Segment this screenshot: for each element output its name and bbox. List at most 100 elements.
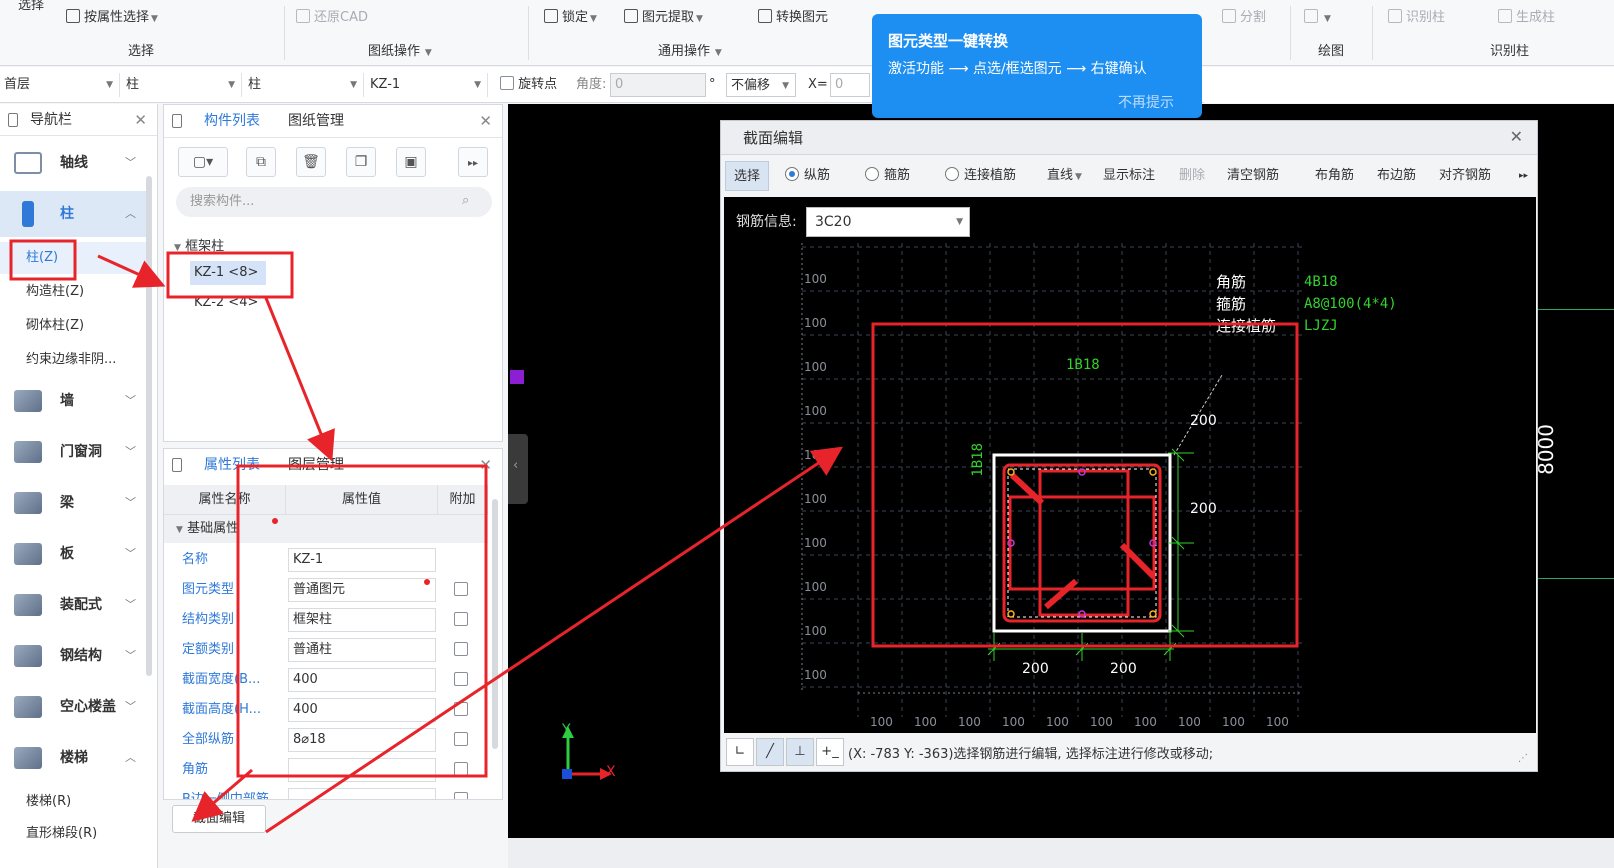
dismiss-link[interactable]: 不再提示: [1118, 92, 1174, 112]
resize-grip-icon[interactable]: ⋰: [1518, 753, 1528, 764]
extra-checkbox[interactable]: [454, 582, 468, 596]
prop-scrollbar[interactable]: [492, 499, 498, 749]
close-icon[interactable]: ✕: [479, 105, 492, 137]
lock-icon[interactable]: [172, 114, 182, 128]
radio-anchor-bar[interactable]: 连接植筋: [945, 161, 1016, 191]
radio-button[interactable]: [865, 167, 879, 181]
draw-arc-button[interactable]: ▼: [1304, 8, 1331, 28]
nav-sub-masonry-column[interactable]: 砌体柱(Z): [0, 310, 146, 342]
extra-checkbox[interactable]: [454, 642, 468, 656]
nav-cat-stair[interactable]: 楼梯 ︿: [0, 735, 146, 781]
nav-sub-column-z[interactable]: 柱(Z): [0, 242, 146, 274]
collapse-panel-handle[interactable]: ‹: [508, 434, 528, 504]
tab-component-list[interactable]: 构件列表: [204, 105, 260, 137]
nav-cat-opening[interactable]: 门窗洞 ﹀: [0, 429, 146, 475]
extra-checkbox[interactable]: [454, 612, 468, 626]
group-framed-column[interactable]: ▼ 框架柱: [172, 235, 224, 254]
extra-checkbox[interactable]: [454, 702, 468, 716]
delete-button[interactable]: 🗑: [296, 147, 326, 177]
more-icon[interactable]: ▸▸: [1519, 161, 1528, 191]
radio-long-bar[interactable]: 纵筋: [785, 161, 830, 191]
type-select[interactable]: 柱 ▼: [244, 73, 364, 97]
component-item-kz2[interactable]: KZ-2 <4>: [194, 291, 258, 315]
lock-icon[interactable]: [172, 458, 182, 472]
close-icon[interactable]: ✕: [479, 449, 492, 481]
close-icon[interactable]: ✕: [134, 104, 147, 136]
lock-icon[interactable]: [8, 113, 18, 127]
ortho-icon[interactable]: ∟: [726, 738, 754, 766]
section-edit-button[interactable]: 截面编辑: [172, 805, 266, 833]
nav-cat-axis[interactable]: 轴线 ﹀: [0, 140, 146, 186]
tab-drawing-management[interactable]: 图纸管理: [288, 105, 344, 137]
extra-checkbox[interactable]: [454, 732, 468, 746]
radio-button[interactable]: [785, 167, 799, 181]
rotate-point-checkbox[interactable]: 旋转点: [500, 74, 557, 96]
prop-value-input[interactable]: [288, 758, 436, 782]
show-label-button[interactable]: 显示标注: [1103, 161, 1155, 191]
group-label-drawing-ops[interactable]: 图纸操作 ▼: [368, 40, 432, 59]
component-select[interactable]: KZ-1 ▼: [366, 73, 488, 97]
radio-button[interactable]: [945, 167, 959, 181]
prop-value-input[interactable]: 普通柱: [288, 638, 436, 662]
offset-select[interactable]: 不偏移 ▼: [726, 73, 796, 97]
clear-rebar-button[interactable]: 清空钢筋: [1227, 161, 1279, 191]
select-tool-button[interactable]: 选择: [18, 0, 44, 16]
more-button[interactable]: ▸▸: [458, 147, 488, 177]
component-item-kz1[interactable]: KZ-1 <8>: [190, 261, 266, 285]
x-input[interactable]: 0: [830, 73, 870, 97]
generate-column-button[interactable]: 生成柱: [1498, 8, 1555, 28]
corner-bar-button[interactable]: 布角筋: [1315, 161, 1354, 191]
nav-sub-straight-stair[interactable]: 直形梯段(R): [0, 818, 146, 842]
checkbox[interactable]: [500, 76, 514, 90]
restore-cad-button[interactable]: 还原CAD: [296, 8, 368, 28]
nav-cat-slab[interactable]: 板 ﹀: [0, 531, 146, 577]
section-basic[interactable]: ▼ 基础属性: [164, 515, 488, 543]
extra-checkbox[interactable]: [454, 762, 468, 776]
nav-scrollbar[interactable]: [146, 176, 152, 676]
prop-value-input[interactable]: 400: [288, 668, 436, 692]
align-bar-button[interactable]: 对齐钢筋: [1439, 161, 1491, 191]
extra-checkbox[interactable]: [454, 672, 468, 686]
nav-sub-edge-column[interactable]: 约束边缘非阴...: [0, 344, 146, 376]
section-canvas[interactable]: 钢筋信息: 3C20 ▼ 100 100 100 100 100 100 100…: [724, 197, 1536, 733]
select-by-attribute-button[interactable]: 按属性选择 ▼: [66, 8, 158, 28]
floor-select[interactable]: 首层 ▼: [0, 73, 120, 97]
line-mode-select[interactable]: 直线 ▼: [1047, 161, 1082, 191]
tab-layer-management[interactable]: 图层管理: [288, 449, 344, 481]
nav-cat-wall[interactable]: 墙 ﹀: [0, 378, 146, 424]
prop-value-input[interactable]: 400: [288, 698, 436, 722]
lock-button[interactable]: 锁定 ▼: [544, 8, 597, 28]
add-dimension-icon[interactable]: +_: [816, 738, 844, 766]
prop-value-input[interactable]: 普通图元: [288, 578, 436, 602]
angle-input[interactable]: 0: [610, 73, 706, 97]
tab-property-list[interactable]: 属性列表: [204, 449, 260, 481]
group-label-common-ops[interactable]: 通用操作 ▼: [658, 40, 722, 59]
save-template-button[interactable]: ▣: [396, 147, 426, 177]
nav-cat-column[interactable]: 柱 ︿: [0, 191, 146, 237]
extract-element-button[interactable]: 图元提取 ▼: [624, 8, 703, 28]
duplicate-button[interactable]: ❐: [346, 147, 376, 177]
new-component-button[interactable]: ▢▾: [178, 147, 228, 177]
nav-cat-prefab[interactable]: 装配式 ﹀: [0, 582, 146, 628]
prop-value-input[interactable]: [288, 788, 436, 799]
convert-element-button[interactable]: 转换图元: [758, 8, 828, 28]
nav-cat-steel[interactable]: 钢结构 ﹀: [0, 633, 146, 679]
prop-value-input[interactable]: KZ-1: [288, 548, 436, 572]
diagonal-line-icon[interactable]: ╱: [756, 738, 784, 766]
prop-value-input[interactable]: 8⌀18: [288, 728, 436, 752]
radio-stirrup[interactable]: 箍筋: [865, 161, 910, 191]
identify-column-button[interactable]: 识别柱: [1388, 8, 1445, 28]
extra-checkbox[interactable]: [454, 792, 468, 799]
edge-bar-button[interactable]: 布边筋: [1377, 161, 1416, 191]
category-select[interactable]: 柱 ▼: [122, 73, 242, 97]
delete-button[interactable]: 删除: [1179, 161, 1205, 191]
copy-button[interactable]: ⧉: [246, 147, 276, 177]
search-input[interactable]: 搜索构件...: [176, 187, 492, 217]
prop-value-input[interactable]: 框架柱: [288, 608, 436, 632]
nav-cat-beam[interactable]: 梁 ﹀: [0, 480, 146, 526]
perpendicular-icon[interactable]: ⊥: [786, 738, 814, 766]
close-icon[interactable]: ✕: [1510, 127, 1523, 146]
split-button[interactable]: 分割: [1222, 8, 1266, 28]
select-mode-button[interactable]: 选择: [725, 161, 769, 191]
nav-sub-stair[interactable]: 楼梯(R): [0, 786, 146, 818]
